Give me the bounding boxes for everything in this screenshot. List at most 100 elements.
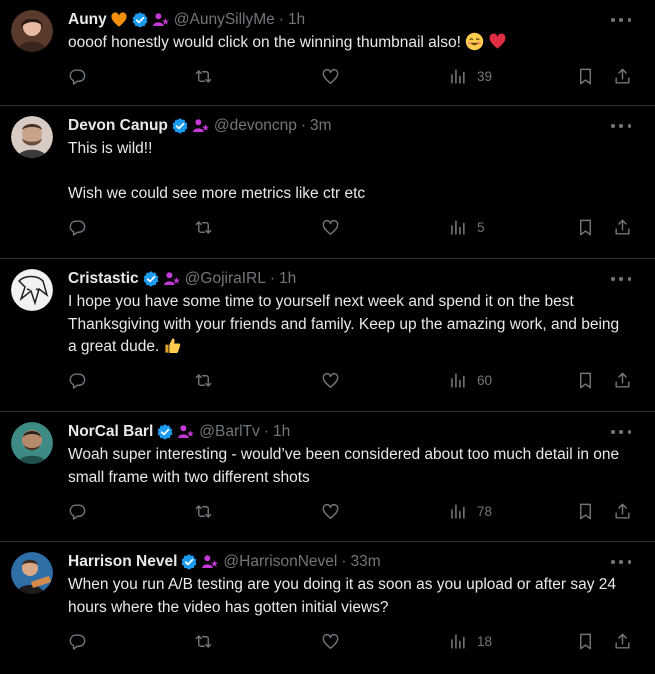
affiliate-badge-icon[interactable]: [201, 553, 219, 571]
reply-button[interactable]: [68, 217, 87, 237]
timestamp[interactable]: 33m: [351, 552, 381, 572]
user-handle[interactable]: @devoncnp: [214, 116, 297, 136]
timestamp[interactable]: 1h: [279, 269, 296, 289]
more-options-button[interactable]: [611, 271, 631, 287]
affiliate-badge-icon[interactable]: [177, 423, 195, 441]
red-heart-icon: [489, 33, 506, 49]
like-button[interactable]: [321, 67, 340, 87]
tweet-header: NorCal Barl @BarlTv · 1h: [68, 422, 639, 442]
share-button[interactable]: [613, 501, 632, 521]
like-button[interactable]: [321, 501, 340, 521]
affiliate-badge-icon[interactable]: [192, 117, 210, 135]
repost-button[interactable]: [194, 217, 213, 237]
timestamp[interactable]: 1h: [273, 422, 290, 442]
heart-icon: [322, 219, 339, 235]
bookmark-button[interactable]: [576, 631, 595, 651]
verified-badge-icon[interactable]: [171, 117, 189, 135]
repost-button[interactable]: [194, 371, 213, 391]
tweet-paragraph: When you run A/B testing are you doing i…: [68, 576, 617, 616]
reply-button[interactable]: [68, 631, 87, 651]
separator-dot: ·: [263, 423, 269, 440]
bookmark-button[interactable]: [576, 371, 595, 391]
bookmark-button[interactable]: [576, 501, 595, 521]
tweet-actions: 18: [68, 619, 639, 665]
more-options-button[interactable]: [611, 554, 631, 570]
share-button[interactable]: [613, 217, 632, 237]
bookmark-icon: [580, 219, 591, 235]
reply-tweet[interactable]: Auny @AunySillyMe · 1h oooof honestly wo…: [0, 0, 655, 106]
views-button[interactable]: 18: [448, 631, 492, 651]
tweet-text: This is wild!! Wish we could see more me…: [68, 138, 639, 205]
tweet-text: I hope you have some time to yourself ne…: [68, 291, 639, 359]
tweet-header: Auny @AunySillyMe · 1h: [68, 10, 639, 30]
display-name[interactable]: Cristastic: [68, 269, 139, 289]
repost-button[interactable]: [194, 631, 213, 651]
bookmark-button[interactable]: [576, 217, 595, 237]
reply-button[interactable]: [68, 501, 87, 521]
more-options-button[interactable]: [611, 424, 631, 440]
tweet-actions: 78: [68, 489, 639, 535]
repost-button[interactable]: [194, 67, 213, 87]
repost-icon: [195, 220, 212, 234]
display-name[interactable]: NorCal Barl: [68, 422, 153, 442]
timestamp[interactable]: 3m: [310, 116, 332, 136]
reply-icon: [69, 373, 86, 389]
share-button[interactable]: [613, 67, 632, 87]
reply-icon: [69, 69, 86, 85]
separator-dot: ·: [269, 270, 276, 287]
share-icon: [615, 633, 630, 649]
views-icon: [451, 69, 465, 84]
like-button[interactable]: [321, 217, 340, 237]
reply-button[interactable]: [68, 67, 87, 87]
display-name[interactable]: Auny: [68, 10, 107, 30]
user-handle[interactable]: @GojiraIRL: [185, 269, 266, 289]
more-options-button[interactable]: [611, 118, 631, 134]
avatar[interactable]: [11, 422, 53, 464]
bookmark-button[interactable]: [576, 67, 595, 87]
user-handle[interactable]: @AunySillyMe: [174, 10, 275, 30]
verified-badge-icon[interactable]: [180, 553, 198, 571]
share-button[interactable]: [613, 371, 632, 391]
reply-tweet[interactable]: NorCal Barl @BarlTv · 1h Woah super inte…: [0, 412, 655, 542]
bookmark-icon: [580, 372, 591, 389]
views-button[interactable]: 39: [448, 67, 492, 87]
like-button[interactable]: [321, 631, 340, 651]
heart-icon: [322, 503, 339, 519]
display-name[interactable]: Harrison Nevel: [68, 552, 177, 572]
tweet-actions: 39: [68, 55, 639, 101]
avatar[interactable]: [11, 552, 53, 594]
verified-badge-icon[interactable]: [156, 423, 174, 441]
views-button[interactable]: 5: [448, 217, 485, 237]
affiliate-badge-icon[interactable]: [163, 270, 181, 288]
reply-tweet[interactable]: Devon Canup @devoncnp · 3m This is wild!…: [0, 106, 655, 259]
more-options-button[interactable]: [611, 12, 631, 28]
share-button[interactable]: [613, 631, 632, 651]
reply-button[interactable]: [68, 371, 87, 391]
like-button[interactable]: [321, 371, 340, 391]
views-button[interactable]: 60: [448, 371, 492, 391]
avatar[interactable]: [11, 10, 53, 52]
tweet-text: Woah super interesting - would’ve been c…: [68, 444, 639, 489]
separator-dot: ·: [341, 553, 347, 570]
reply-tweet[interactable]: Cristastic @GojiraIRL · 1h I hope you ha…: [0, 259, 655, 412]
affiliate-badge-icon[interactable]: [152, 11, 170, 29]
tweet-paragraph: Woah super interesting - would’ve been c…: [68, 446, 620, 486]
view-count: 39: [477, 69, 493, 84]
verified-badge-icon[interactable]: [142, 270, 160, 288]
smiling-face-icon: [465, 32, 484, 51]
timestamp[interactable]: 1h: [288, 10, 305, 30]
views-button[interactable]: 78: [448, 501, 492, 521]
reply-tweet[interactable]: Harrison Nevel @HarrisonNevel · 33m When…: [0, 542, 655, 674]
avatar[interactable]: [11, 269, 53, 311]
bookmark-icon: [580, 68, 591, 85]
user-handle[interactable]: @HarrisonNevel: [223, 552, 337, 572]
verified-badge-icon[interactable]: [131, 11, 149, 29]
tweet-header: Cristastic @GojiraIRL · 1h: [68, 269, 639, 289]
display-name[interactable]: Devon Canup: [68, 116, 168, 136]
avatar[interactable]: [11, 116, 53, 158]
user-handle[interactable]: @BarlTv: [199, 422, 260, 442]
tweet-text: When you run A/B testing are you doing i…: [68, 574, 639, 619]
share-icon: [615, 372, 630, 388]
repost-icon: [195, 504, 212, 518]
repost-button[interactable]: [194, 501, 213, 521]
